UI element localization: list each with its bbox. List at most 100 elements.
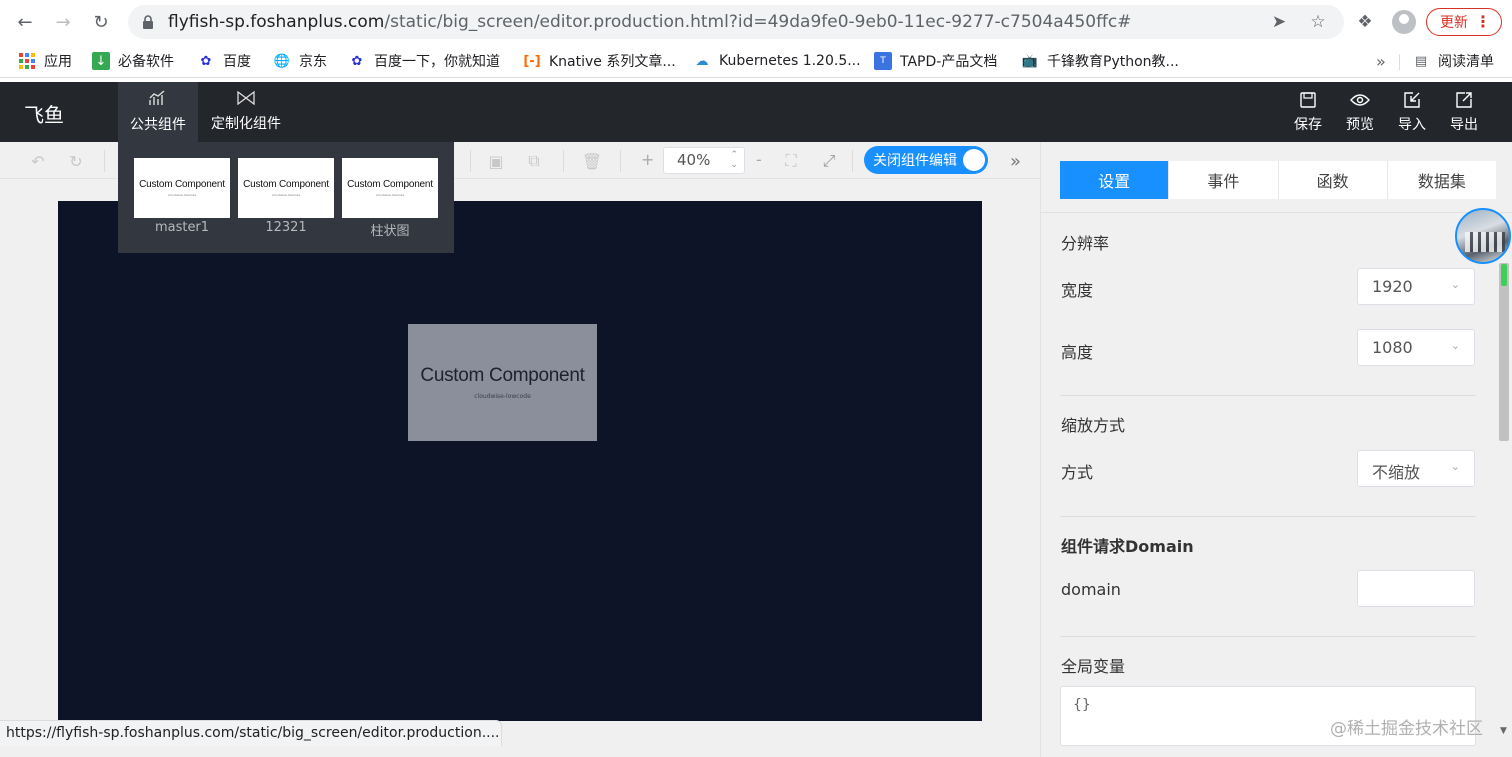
save-button[interactable]: 保存 bbox=[1288, 90, 1328, 138]
reading-list-button[interactable]: ▤ 阅读清单 bbox=[1412, 50, 1494, 72]
bookmark-apps[interactable]: 应用 bbox=[18, 50, 72, 72]
toggle-label: 关闭组件编辑 bbox=[873, 153, 957, 169]
height-value: 1080 bbox=[1372, 338, 1413, 357]
paw-icon: ✿ bbox=[351, 53, 363, 69]
bookmark-tapd[interactable]: T TAPD-产品文档 bbox=[874, 50, 997, 72]
tab-events[interactable]: 事件 bbox=[1169, 161, 1279, 199]
tab-functions[interactable]: 函数 bbox=[1279, 161, 1388, 199]
scroll-down-arrow-icon[interactable]: ▼ bbox=[1500, 726, 1507, 736]
domain-input[interactable] bbox=[1357, 570, 1475, 607]
fullscreen-icon[interactable]: ⤢ bbox=[819, 151, 839, 171]
tab-settings[interactable]: 设置 bbox=[1060, 161, 1170, 199]
scrollbar-thumb[interactable] bbox=[1499, 263, 1509, 441]
chart-icon bbox=[149, 90, 167, 110]
toolbar-divider bbox=[104, 150, 105, 172]
bookmark-baidu[interactable]: ✿ 百度 bbox=[197, 50, 251, 72]
floating-avatar[interactable] bbox=[1455, 208, 1511, 264]
undo-icon[interactable]: ↶ bbox=[28, 151, 48, 171]
toggle-knob bbox=[963, 149, 985, 171]
url-host: flyfish-sp.foshanplus.com bbox=[168, 12, 385, 32]
app-header: 飞鱼 公共组件 定制化组件 保存 预览 导入 导出 bbox=[0, 82, 1512, 142]
component-thumb-master1[interactable]: Custom Component cloudwise-lowcode bbox=[134, 158, 230, 218]
section-divider bbox=[1060, 636, 1476, 637]
preview-label: 预览 bbox=[1346, 117, 1374, 133]
chevron-down-icon: ⌄ bbox=[1450, 460, 1460, 473]
watermark-text: @稀土掘金技术社区 bbox=[1330, 719, 1483, 739]
send-icon[interactable]: ➤ bbox=[1268, 11, 1290, 33]
bookmark-label: 应用 bbox=[44, 54, 72, 70]
bookmark-bibei[interactable]: ↓ 必备软件 bbox=[92, 50, 174, 72]
forward-arrow-icon[interactable]: → bbox=[50, 9, 76, 35]
puzzle-icon[interactable]: ❖ bbox=[1352, 9, 1378, 35]
bookmark-label: 百度一下，你就知道 bbox=[374, 54, 500, 70]
bookmark-label: 必备软件 bbox=[118, 54, 174, 70]
redo-icon[interactable]: ↻ bbox=[66, 151, 86, 171]
zoom-in-button[interactable]: + bbox=[641, 150, 654, 169]
public-components-panel: Custom Component cloudwise-lowcode maste… bbox=[118, 142, 454, 253]
tv-icon: 📺 bbox=[1021, 53, 1039, 69]
save-icon bbox=[1298, 90, 1318, 110]
import-button[interactable]: 导入 bbox=[1392, 90, 1432, 138]
zoom-out-button[interactable]: - bbox=[756, 150, 762, 169]
height-select[interactable]: 1080 ⌄ bbox=[1357, 329, 1475, 366]
tab-public-components[interactable]: 公共组件 bbox=[118, 82, 198, 142]
tab-datasets[interactable]: 数据集 bbox=[1388, 161, 1496, 199]
address-bar[interactable]: flyfish-sp.foshanplus.com/static/big_scr… bbox=[128, 5, 1344, 39]
globe-icon: 🌐 bbox=[273, 53, 291, 69]
url-text[interactable]: flyfish-sp.foshanplus.com/static/big_scr… bbox=[168, 12, 1131, 32]
eye-icon bbox=[1350, 90, 1370, 110]
screen-canvas[interactable]: Custom Component cloudwise-lowcode bbox=[58, 201, 982, 721]
zoom-input[interactable]: 40% ⌃ ⌄ bbox=[663, 147, 745, 174]
zoom-stepper-icon[interactable]: ⌃ ⌄ bbox=[730, 150, 738, 170]
star-icon[interactable]: ☆ bbox=[1307, 11, 1329, 33]
bookmark-label: TAPD-产品文档 bbox=[900, 54, 998, 70]
paw-icon: ✿ bbox=[200, 53, 212, 69]
export-button[interactable]: 导出 bbox=[1444, 90, 1484, 138]
component-thumb-12321[interactable]: Custom Component cloudwise-lowcode bbox=[238, 158, 334, 218]
component-subtitle: cloudwise-lowcode bbox=[474, 393, 531, 400]
zoom-value: 40% bbox=[677, 151, 711, 169]
kebab-menu-icon[interactable]: ⋮ bbox=[1475, 12, 1491, 31]
mode-label: 方式 bbox=[1061, 463, 1094, 482]
section-divider bbox=[1060, 516, 1476, 517]
bracket-icon: [-] bbox=[523, 53, 541, 69]
thumb-label: 柱状图 bbox=[370, 224, 410, 239]
thumb-title: Custom Component bbox=[139, 179, 225, 190]
toolbar-divider bbox=[563, 150, 564, 172]
fit-screen-icon[interactable]: ⛶ bbox=[781, 151, 801, 171]
domain-label: domain bbox=[1061, 580, 1121, 599]
component-edit-toggle[interactable]: 关闭组件编辑 bbox=[864, 146, 988, 174]
bookmark-jd[interactable]: 🌐 京东 bbox=[273, 50, 327, 72]
back-arrow-icon[interactable]: ← bbox=[12, 9, 38, 35]
tab-label: 定制化组件 bbox=[211, 116, 281, 132]
delete-icon[interactable]: 🗑 bbox=[582, 151, 602, 171]
export-label: 导出 bbox=[1450, 117, 1478, 133]
bookmark-baidu-search[interactable]: ✿ 百度一下，你就知道 bbox=[348, 50, 500, 72]
profile-avatar[interactable] bbox=[1392, 10, 1416, 34]
group-icon[interactable]: ▣ bbox=[486, 151, 506, 171]
bookmarks-divider bbox=[1399, 54, 1400, 70]
status-indicator bbox=[1501, 264, 1507, 286]
settings-tabs: 设置 事件 函数 数据集 bbox=[1060, 161, 1496, 199]
bookmark-kubernetes[interactable]: ☁ Kubernetes 1.20.5... bbox=[693, 50, 861, 72]
reload-icon[interactable]: ↻ bbox=[88, 9, 114, 35]
preview-button[interactable]: 预览 bbox=[1340, 90, 1380, 138]
resolution-section-title: 分辨率 bbox=[1061, 234, 1110, 253]
bookmark-qianfeng[interactable]: 📺 千锋教育Python教... bbox=[1021, 50, 1179, 72]
update-button[interactable]: 更新 ⋮ bbox=[1426, 8, 1502, 36]
width-label: 宽度 bbox=[1061, 281, 1094, 300]
bookmark-knative[interactable]: [-] Knative 系列文章... bbox=[523, 50, 675, 72]
width-select[interactable]: 1920 ⌄ bbox=[1357, 268, 1475, 305]
double-chevron-right-icon[interactable]: » bbox=[1010, 151, 1021, 172]
tapd-icon: T bbox=[874, 52, 892, 70]
bookmarks-more-button[interactable]: » bbox=[1376, 52, 1386, 71]
lock-icon bbox=[143, 15, 153, 29]
ungroup-icon[interactable]: ⧉ bbox=[524, 151, 544, 171]
mode-select[interactable]: 不缩放 ⌄ bbox=[1357, 450, 1475, 487]
section-divider bbox=[1060, 395, 1476, 396]
canvas-custom-component[interactable]: Custom Component cloudwise-lowcode bbox=[408, 324, 597, 441]
bookmark-label: Kubernetes 1.20.5... bbox=[719, 53, 861, 69]
tab-custom-components[interactable]: 定制化组件 bbox=[206, 82, 286, 142]
save-label: 保存 bbox=[1294, 117, 1322, 133]
component-thumb-bar-chart[interactable]: Custom Component cloudwise-lowcode bbox=[342, 158, 438, 218]
